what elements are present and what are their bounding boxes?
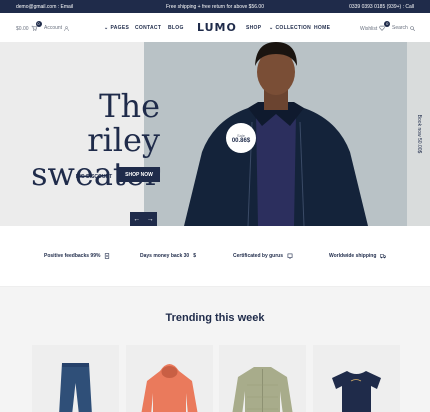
wishlist-count-badge: 0	[384, 21, 391, 27]
truck-icon	[380, 254, 387, 259]
cart-total: $0.00	[16, 26, 29, 32]
product-card-jeans[interactable]	[32, 345, 119, 412]
hero-banner: Book now 50.00$ The riley sweater BIG DI…	[0, 42, 430, 226]
nav-contact[interactable]: CONTACT	[135, 25, 161, 31]
product-card-tshirt[interactable]	[313, 345, 400, 412]
product-card-hoodie[interactable]	[126, 345, 213, 412]
price-badge: Sale 00.86$	[226, 123, 256, 153]
wishlist-label: Wishlist	[360, 26, 378, 32]
feature-money-back-label: Days money back 30	[140, 253, 190, 259]
cart-icon: 0	[31, 21, 42, 33]
tshirt-image	[332, 371, 381, 412]
model-illustration	[184, 42, 368, 226]
hoodie-image	[141, 364, 198, 412]
account-link[interactable]: Account	[44, 25, 69, 31]
arrow-right-icon[interactable]: →	[144, 212, 158, 226]
top-announcement-bar: demo@gmail.com : Email Free shipping + f…	[0, 0, 430, 13]
nav-blog-label: BLOG	[168, 25, 184, 31]
feature-shipping: Worldwide shipping	[329, 253, 387, 259]
nav-home[interactable]: HOME	[314, 25, 330, 31]
nav-collection[interactable]: ⌄ COLLECTION	[269, 25, 311, 31]
features-bar: Positive feedbacks 99% Days money back 3…	[0, 226, 430, 287]
nav-pages-label: PAGES	[110, 25, 130, 31]
arrow-left-icon[interactable]: ←	[130, 212, 144, 226]
feature-certificate: Certificated by gurus	[233, 253, 293, 259]
account-label: Account	[44, 25, 63, 31]
site-logo[interactable]: LUMO	[197, 21, 237, 34]
nav-shop-label: SHOP	[246, 25, 262, 31]
nav-shop[interactable]: SHOP	[246, 25, 261, 31]
search-label: Search	[392, 25, 408, 31]
jeans-image	[59, 363, 92, 412]
hero-side-text[interactable]: Book now 50.00$	[416, 115, 422, 154]
quilted-jacket-image	[232, 367, 293, 412]
feature-money-back: Days money back 30 $	[140, 253, 196, 259]
contact-phone[interactable]: 0339 0393 0185 (939+) : Call	[349, 4, 414, 10]
feature-shipping-label: Worldwide shipping	[329, 253, 377, 259]
slider-controls: ← →	[130, 212, 157, 226]
user-icon	[64, 25, 69, 31]
nav-blog[interactable]: BLOG	[168, 25, 184, 31]
feature-feedback-label: Positive feedbacks 99%	[44, 253, 101, 259]
dollar-icon: $	[193, 253, 196, 259]
nav-contact-label: CONTACT	[135, 25, 162, 31]
trending-section: Trending this week	[0, 287, 430, 412]
search-link[interactable]: Search	[392, 25, 415, 31]
hero-model-image	[144, 42, 407, 226]
product-card-jacket[interactable]	[219, 345, 306, 412]
shop-now-button[interactable]: SHOP NOW	[118, 167, 160, 182]
cart-button[interactable]: $0.00 0	[16, 21, 42, 33]
price-value: 00.86$	[231, 137, 251, 144]
big-discount-button[interactable]: BIG DISCOUNT	[70, 170, 118, 184]
document-icon	[105, 253, 110, 259]
cart-count-badge: 0	[35, 21, 42, 27]
trending-title: Trending this week	[165, 312, 265, 324]
site-header: $0.00 0 Account ⌄ PAGES CONTACT BLOG LUM…	[0, 13, 430, 42]
wishlist-link[interactable]: Wishlist 0	[360, 21, 391, 33]
hero-title-line1: The riley	[87, 87, 160, 159]
nav-home-label: HOME	[314, 25, 331, 31]
feature-feedback: Positive feedbacks 99%	[44, 253, 110, 259]
chevron-down-icon: ⌄	[269, 25, 274, 31]
nav-collection-label: COLLECTION	[275, 25, 311, 31]
nav-pages[interactable]: ⌄ PAGES	[104, 25, 129, 31]
certificate-icon	[287, 253, 293, 259]
chevron-down-icon: ⌄	[104, 25, 109, 31]
search-icon	[410, 25, 415, 31]
feature-certificate-label: Certificated by gurus	[233, 253, 284, 259]
heart-icon: 0	[379, 21, 391, 33]
